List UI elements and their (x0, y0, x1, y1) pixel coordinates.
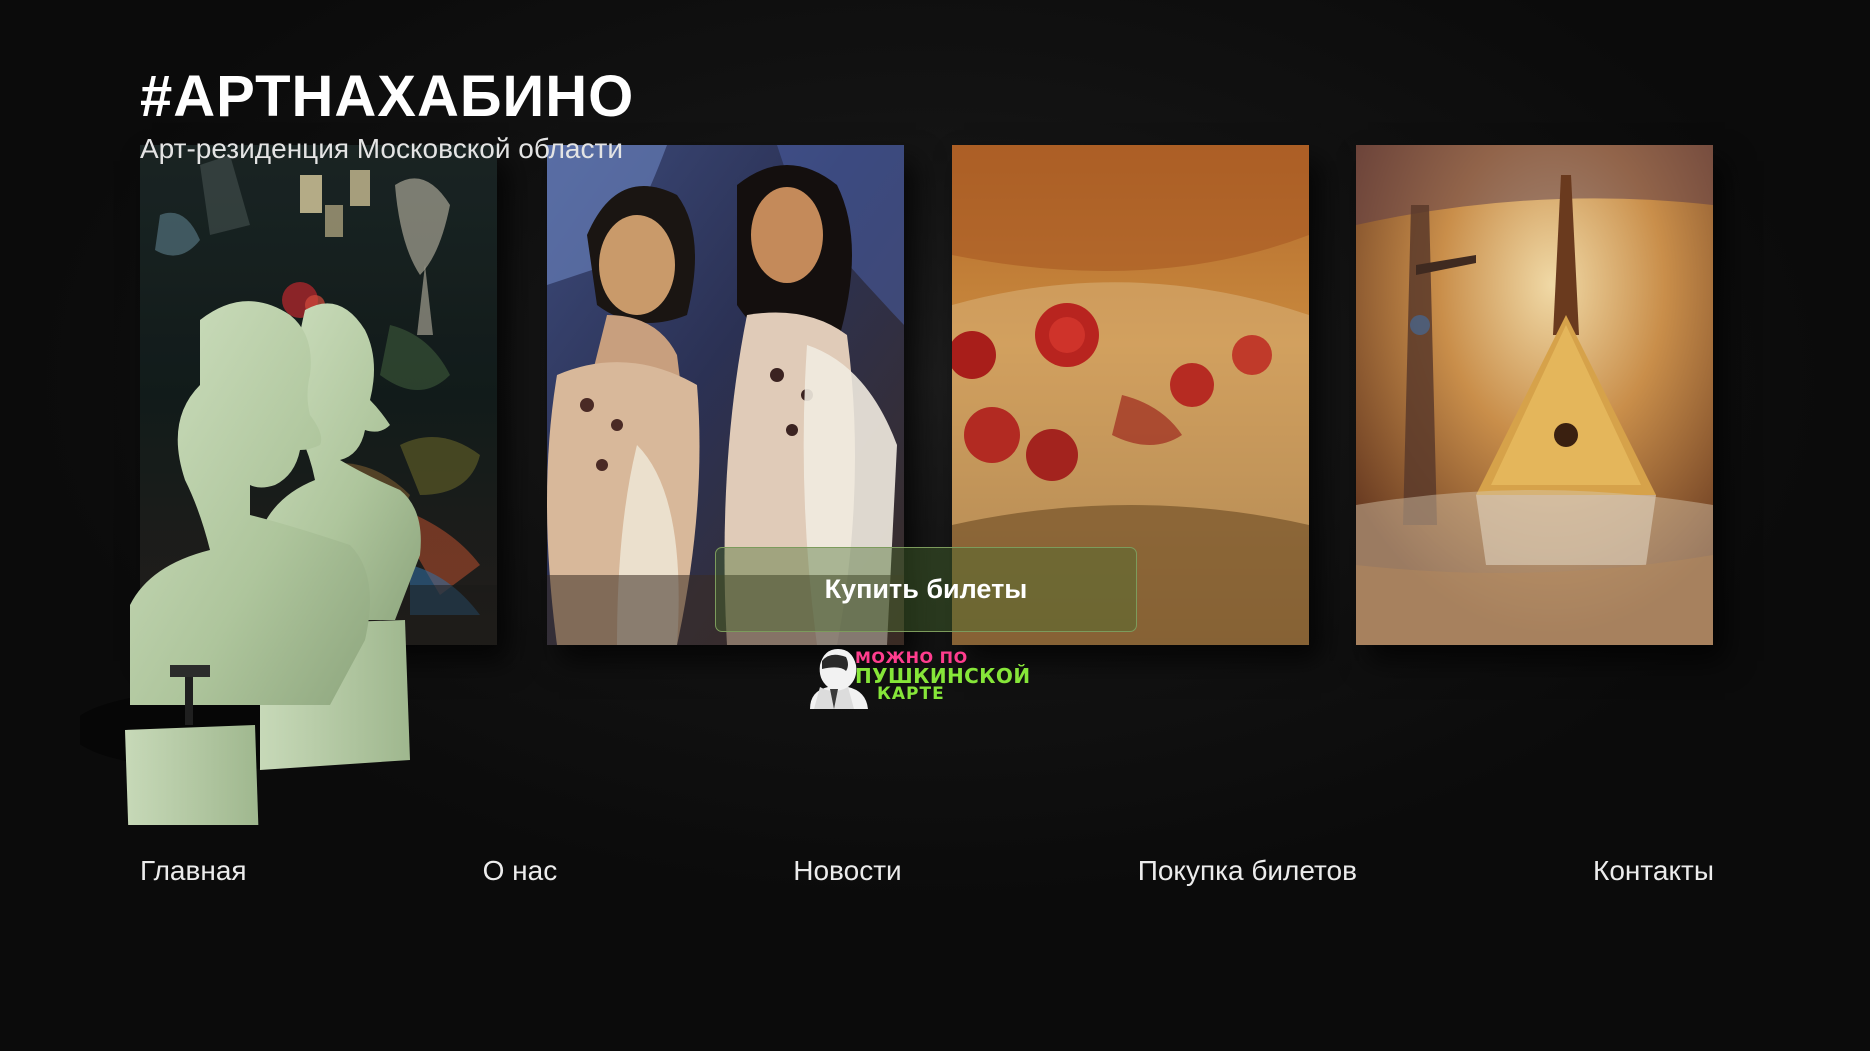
nav-item-contacts[interactable]: Контакты (1593, 855, 1714, 887)
brand-block: #АРТНАХАБИНО Арт-резиденция Московской о… (140, 68, 634, 165)
main-navigation: Главная О нас Новости Покупка билетов Ко… (140, 855, 1714, 887)
site-subtitle: Арт-резиденция Московской области (140, 133, 623, 164)
pushkin-line2: пушкинской (855, 664, 1031, 688)
buy-tickets-button[interactable]: Купить билеты (715, 547, 1137, 632)
site-title: #АРТНАХАБИНО (140, 64, 635, 129)
nav-item-about[interactable]: О нас (483, 855, 558, 887)
nav-item-home[interactable]: Главная (140, 855, 247, 887)
pushkin-card-text: можно по пушкинской карте (855, 650, 1055, 703)
painting-balalaika (1356, 145, 1713, 645)
nav-item-tickets[interactable]: Покупка билетов (1138, 855, 1357, 887)
pushkin-line3: карте (877, 684, 945, 704)
pushkin-card-badge[interactable]: можно по пушкинской карте (800, 647, 1055, 709)
sculpture-busts (80, 290, 450, 825)
nav-item-news[interactable]: Новости (793, 855, 901, 887)
